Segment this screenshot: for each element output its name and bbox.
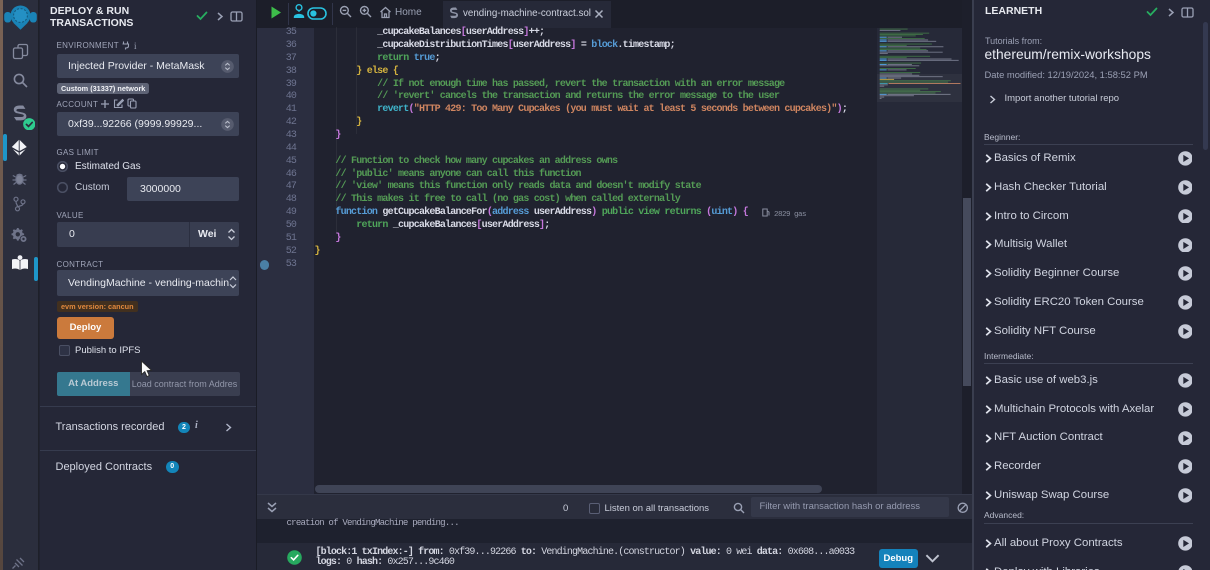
svg-text:i: i: [134, 41, 137, 50]
